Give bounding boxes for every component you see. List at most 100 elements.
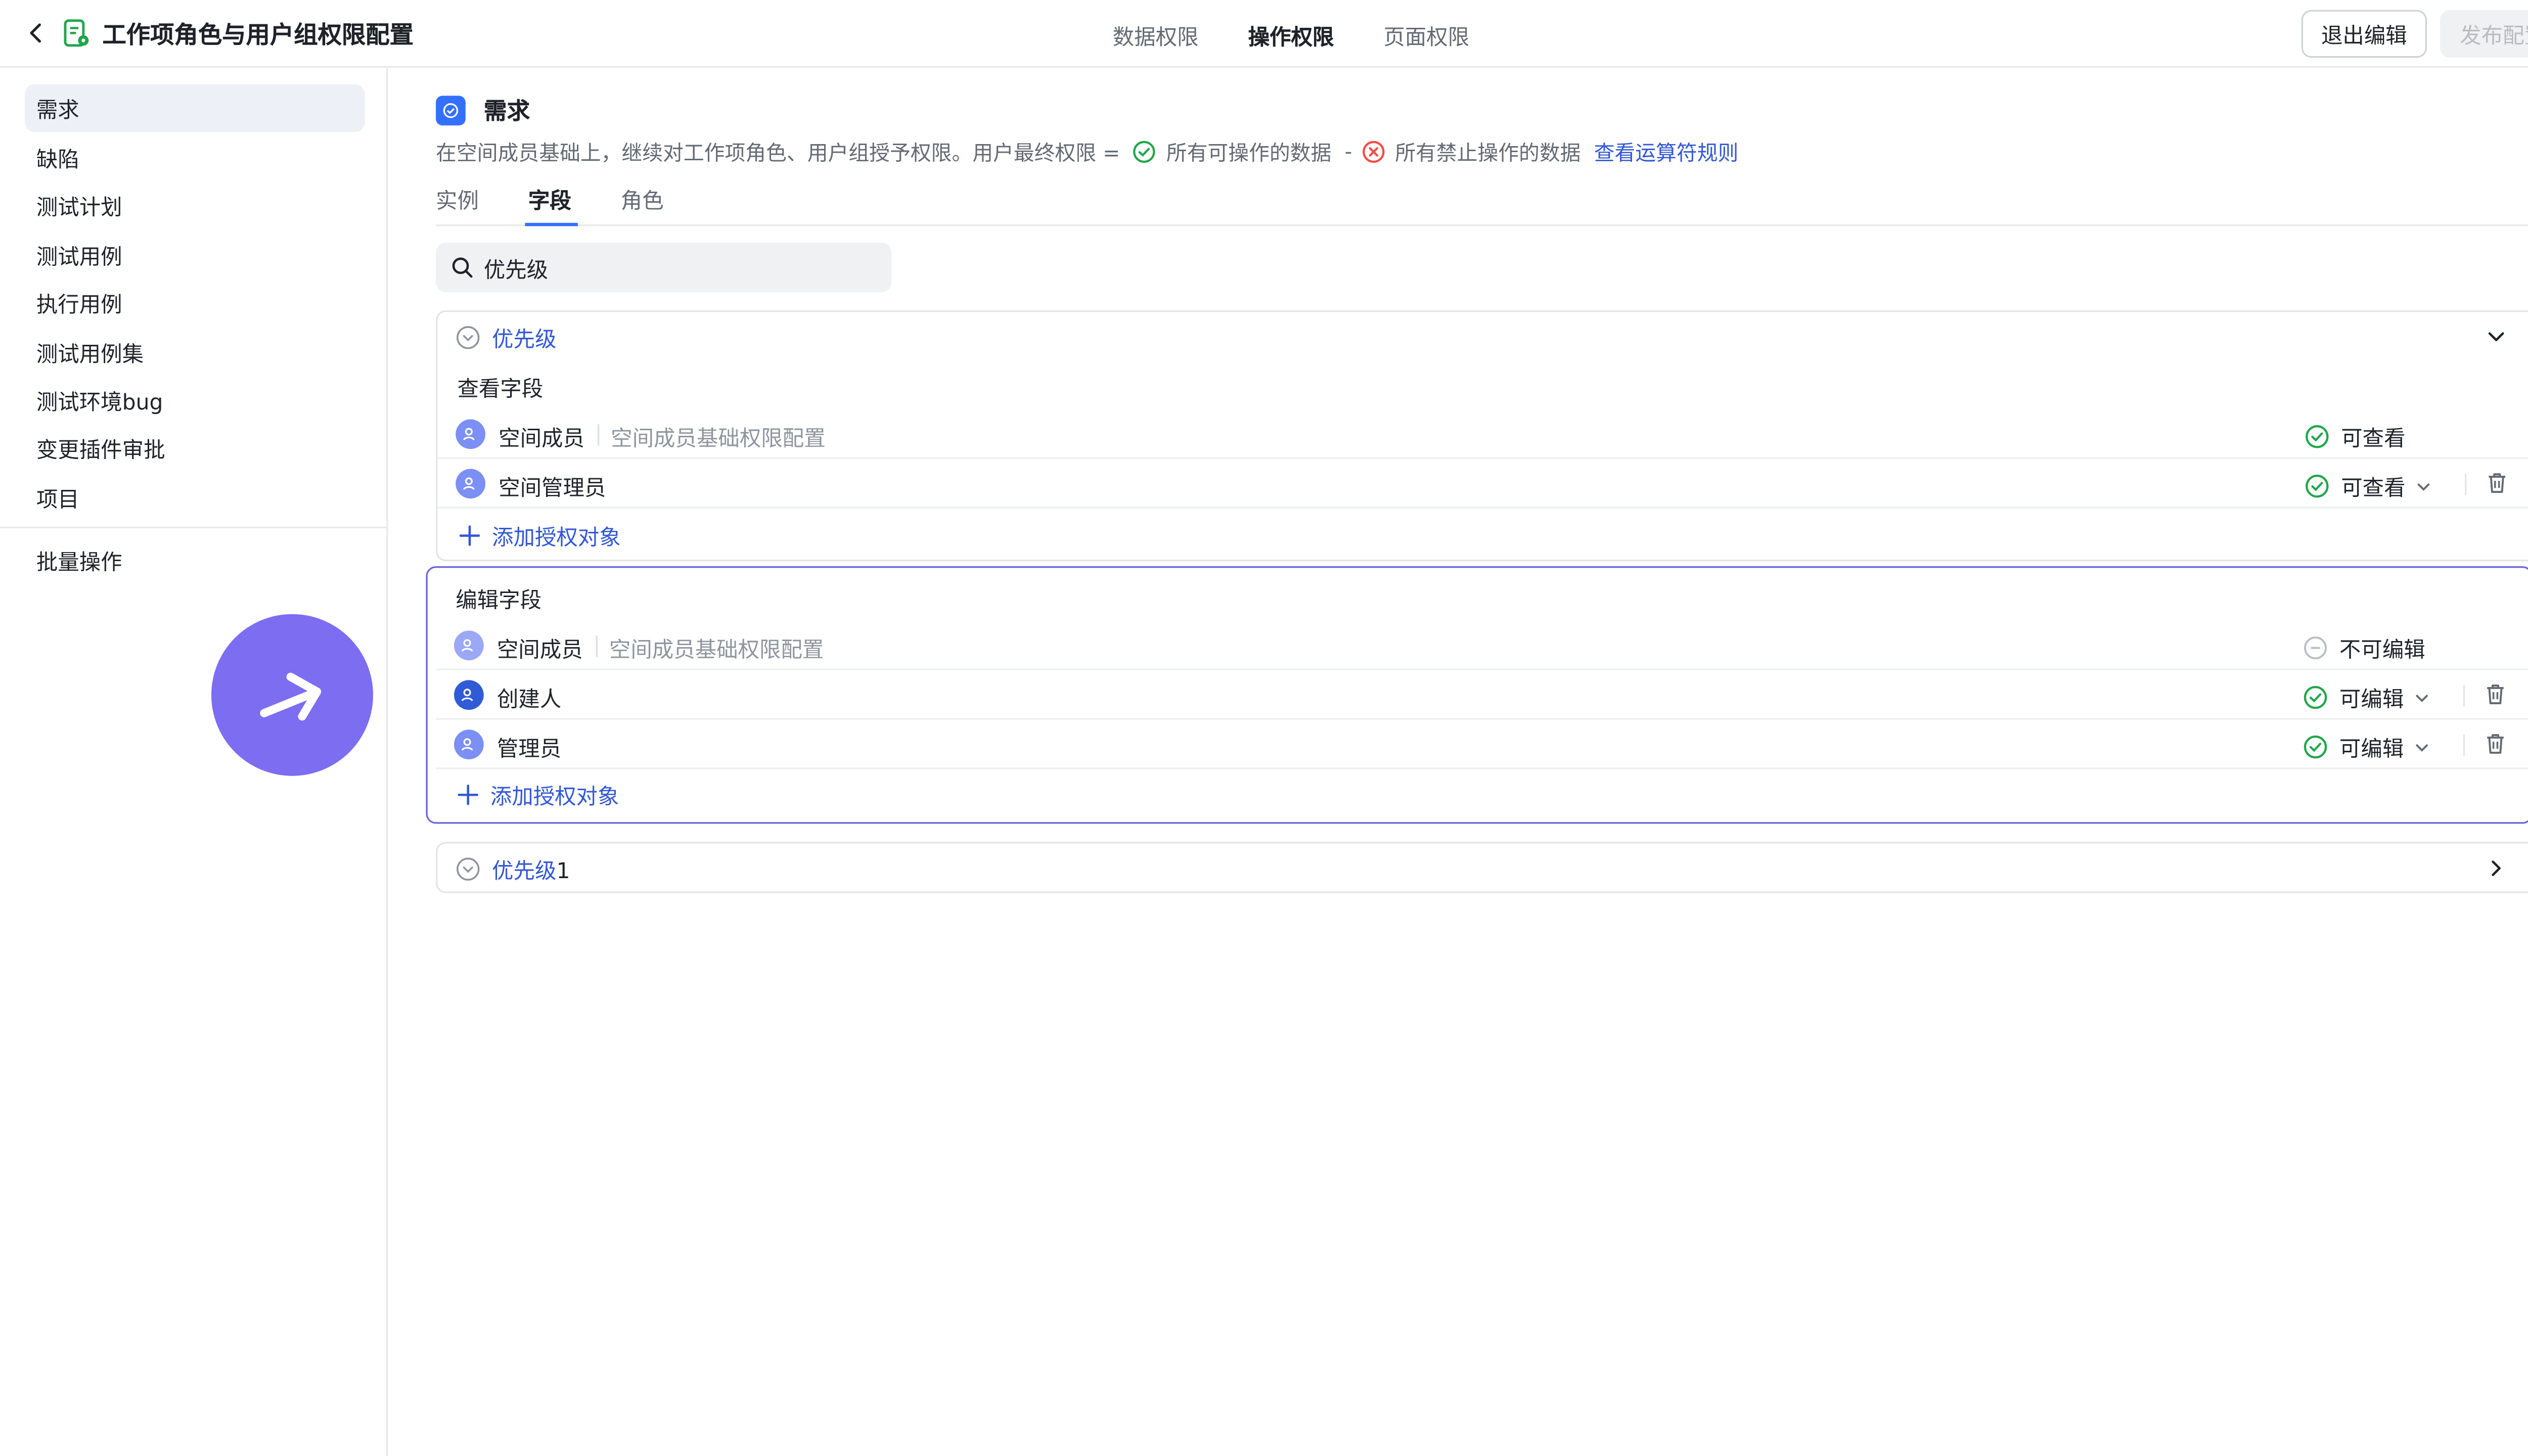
- permission-description: 在空间成员基础上，继续对工作项角色、用户组授予权限。用户最终权限 = 所有可操作…: [436, 135, 1738, 167]
- permission-label: 可查看: [2341, 427, 2406, 452]
- chevron-right-icon[interactable]: [2485, 857, 2508, 880]
- plus-icon: [459, 525, 480, 546]
- exit-edit-button[interactable]: 退出编辑: [2301, 10, 2427, 58]
- minus-operator: -: [1344, 139, 1352, 164]
- sidebar-item-requirement[interactable]: 需求: [24, 84, 365, 132]
- trash-icon[interactable]: [2483, 682, 2508, 707]
- add-grantee-label: 添加授权对象: [492, 526, 621, 552]
- permission-tabs: 数据权限 操作权限 页面权限: [0, 0, 2528, 68]
- sidebar-item-label: 批量操作: [36, 551, 122, 576]
- minus-circle-icon: [2304, 636, 2327, 660]
- action-divider: [2463, 735, 2465, 756]
- user-group-icon: [456, 419, 485, 449]
- field-card-priority: 优先级 查看字段 空间成员 空间成员基础权限配置 可查看 空间管理员 可查看 添…: [426, 310, 2528, 824]
- floating-action-button[interactable]: [211, 614, 373, 776]
- card-title: 优先级1: [492, 853, 570, 884]
- tab-instance[interactable]: 实例: [436, 183, 479, 226]
- add-grantee-label: 添加授权对象: [490, 786, 619, 811]
- plus-icon: [458, 784, 478, 805]
- user-group-icon: [454, 730, 484, 760]
- sidebar-item-project[interactable]: 项目: [25, 474, 365, 522]
- sidebar-item-label: 缺陷: [36, 148, 79, 173]
- app-root: 工作项角色与用户组权限配置 数据权限 操作权限 页面权限 退出编辑 发布配置 需…: [0, 0, 2528, 1456]
- allowed-data-label: 所有可操作的数据: [1166, 140, 1332, 165]
- sidebar-item-execute-case[interactable]: 执行用例: [25, 279, 365, 327]
- grantee-name: 管理员: [496, 738, 562, 763]
- sidebar-item-label: 测试用例: [36, 246, 122, 271]
- check-circle-icon: [1133, 140, 1156, 163]
- edit-field-group-label: 编辑字段: [456, 589, 542, 614]
- check-circle-icon: [2304, 686, 2327, 709]
- arrow-right-icon: [260, 672, 322, 721]
- sidebar-item-test-suite[interactable]: 测试用例集: [25, 329, 365, 377]
- add-grantee-button[interactable]: 添加授权对象: [457, 779, 619, 810]
- top-bar: 工作项角色与用户组权限配置 数据权限 操作权限 页面权限 退出编辑 发布配置: [0, 0, 2528, 68]
- permission-select[interactable]: 可查看: [2305, 471, 2431, 502]
- view-field-group-label: 查看字段: [457, 378, 544, 403]
- operator-rules-link[interactable]: 查看运算符规则: [1594, 135, 1739, 167]
- tab-field[interactable]: 字段: [525, 183, 578, 226]
- permission-label: 可查看: [2341, 477, 2406, 502]
- grantee-desc: 空间成员基础权限配置: [609, 639, 824, 664]
- chevron-down-icon[interactable]: [2485, 325, 2508, 348]
- table-row: 创建人 可编辑: [436, 670, 2528, 720]
- search-icon: [452, 257, 473, 278]
- check-circle-icon: [2306, 474, 2329, 498]
- chevron-down-icon: [2415, 478, 2432, 494]
- sidebar-item-label: 测试计划: [36, 196, 122, 221]
- chevron-down-icon: [2414, 689, 2430, 706]
- grantee-name: 空间成员: [499, 427, 584, 452]
- permission-select[interactable]: 可编辑: [2303, 732, 2430, 763]
- table-row: 空间成员 空间成员基础权限配置 不可编辑: [436, 621, 2528, 670]
- main-content: 需求 在空间成员基础上，继续对工作项角色、用户组授予权限。用户最终权限 = 所有…: [390, 68, 2528, 1456]
- check-circle-icon: [2304, 735, 2327, 759]
- user-group-icon: [456, 469, 485, 499]
- tab-role[interactable]: 角色: [621, 183, 664, 226]
- action-divider: [2463, 685, 2465, 707]
- chevron-down-icon: [2414, 739, 2430, 755]
- tab-operation-permission[interactable]: 操作权限: [1248, 20, 1334, 51]
- description-text: 在空间成员基础上，继续对工作项角色、用户组授予权限。用户最终权限 =: [436, 140, 1120, 165]
- field-search: [436, 242, 892, 292]
- permission-label: 可编辑: [2339, 738, 2404, 763]
- grantee-name: 空间成员: [496, 639, 583, 664]
- sidebar-item-defect[interactable]: 缺陷: [25, 133, 365, 181]
- permission-value: 可查看: [2305, 421, 2406, 452]
- tab-page-permission[interactable]: 页面权限: [1383, 20, 1469, 51]
- tab-data-permission[interactable]: 数据权限: [1113, 20, 1199, 51]
- sidebar-item-label: 项目: [36, 488, 79, 514]
- collapse-circle-icon: [457, 856, 480, 880]
- sidebar-item-test-case[interactable]: 测试用例: [25, 231, 365, 279]
- card-header[interactable]: 优先级: [437, 312, 2528, 361]
- permission-value: 不可编辑: [2303, 632, 2425, 664]
- card-header[interactable]: 优先级1: [437, 844, 2528, 893]
- sidebar-item-batch[interactable]: 批量操作: [25, 536, 365, 584]
- card-title-suffix: 1: [556, 859, 570, 884]
- permission-select[interactable]: 可编辑: [2303, 682, 2430, 713]
- trash-icon[interactable]: [2485, 471, 2509, 495]
- publish-config-button[interactable]: 发布配置: [2440, 10, 2528, 58]
- sidebar-item-label: 变更插件审批: [36, 439, 165, 464]
- sidebar-item-test-env-bug[interactable]: 测试环境bug: [25, 376, 365, 424]
- sidebar-item-label: 执行用例: [36, 294, 122, 319]
- collapse-circle-icon: [457, 325, 480, 348]
- sidebar-item-change-plugin-approval[interactable]: 变更插件审批: [25, 424, 365, 472]
- creator-icon: [454, 680, 484, 710]
- field-card-priority-1: 优先级1: [436, 842, 2528, 893]
- add-grantee-button[interactable]: 添加授权对象: [459, 520, 621, 552]
- trash-icon[interactable]: [2483, 732, 2508, 756]
- name-separator: [598, 424, 600, 446]
- grantee-name: 创建人: [496, 688, 562, 713]
- name-separator: [596, 635, 598, 657]
- card-title: 优先级: [492, 328, 557, 353]
- sidebar-item-test-plan[interactable]: 测试计划: [25, 181, 365, 230]
- sub-tabs: 实例 字段 角色: [436, 183, 2528, 226]
- close-circle-icon: [1362, 140, 1385, 163]
- table-row: 空间管理员 可查看: [437, 459, 2528, 509]
- user-group-icon: [454, 630, 484, 661]
- section-title: 需求: [483, 99, 530, 126]
- sidebar-item-label: 测试用例集: [36, 343, 144, 369]
- denied-data-label: 所有禁止操作的数据: [1395, 140, 1581, 165]
- permission-label: 不可编辑: [2339, 639, 2425, 664]
- search-input[interactable]: [483, 255, 864, 280]
